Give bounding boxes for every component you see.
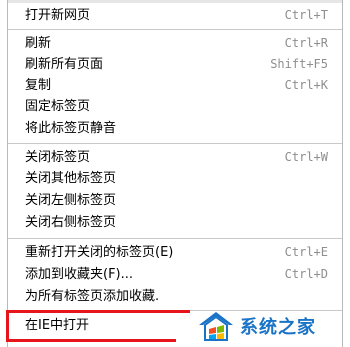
tab-context-menu: 打开新网页 Ctrl+T 刷新 Ctrl+R 刷新所有页面 Shift+F5 复…: [7, 0, 343, 347]
house-logo-icon: [199, 312, 233, 341]
red-highlight-box-edge: [176, 310, 190, 313]
menu-item-label: 将此标签页静音: [25, 121, 117, 136]
menu-separator: [8, 238, 342, 239]
menu-item-close-left-tabs[interactable]: 关闭左侧标签页: [8, 190, 342, 211]
menu-item-refresh-all[interactable]: 刷新所有页面 Shift+F5: [8, 54, 342, 75]
menu-item-label: 关闭标签页: [25, 150, 91, 165]
menu-item-shortcut: Ctrl+K: [284, 78, 328, 92]
watermark: 系统之家: [196, 306, 348, 346]
menu-separator: [8, 143, 342, 144]
menu-item-shortcut: Ctrl+T: [284, 8, 328, 22]
watermark-text: 系统之家: [240, 317, 316, 338]
menu-item-label: 添加到收藏夹(F)...: [25, 267, 134, 282]
red-highlight-box: [6, 310, 176, 342]
menu-item-label: 关闭右侧标签页: [25, 215, 117, 230]
menu-item-open-new-page[interactable]: 打开新网页 Ctrl+T: [8, 5, 342, 26]
menu-item-label: 打开新网页: [25, 8, 91, 23]
menu-item-add-to-favorites[interactable]: 添加到收藏夹(F)... Ctrl+D: [8, 264, 342, 285]
menu-item-close-other-tabs[interactable]: 关闭其他标签页: [8, 168, 342, 189]
menu-item-label: 复制: [25, 78, 52, 93]
menu-item-close-tab[interactable]: 关闭标签页 Ctrl+W: [8, 147, 342, 168]
menu-item-label: 关闭左侧标签页: [25, 193, 117, 208]
menu-item-reopen-closed-tab[interactable]: 重新打开关闭的标签页(E) Ctrl+E: [8, 242, 342, 263]
menu-item-label: 刷新所有页面: [25, 57, 104, 72]
menu-item-refresh[interactable]: 刷新 Ctrl+R: [8, 33, 342, 54]
menu-separator: [8, 29, 342, 30]
menu-item-duplicate[interactable]: 复制 Ctrl+K: [8, 75, 342, 96]
menu-item-label: 刷新: [25, 36, 52, 51]
menu-item-close-right-tabs[interactable]: 关闭右侧标签页: [8, 212, 342, 233]
menu-item-bookmark-all-tabs[interactable]: 为所有标签页添加收藏.: [8, 286, 342, 307]
menu-item-shortcut: Ctrl+W: [284, 150, 328, 164]
menu-item-mute-tab[interactable]: 将此标签页静音: [8, 118, 342, 139]
menu-item-label: 关闭其他标签页: [25, 171, 117, 186]
menu-item-shortcut: Shift+F5: [270, 57, 328, 71]
menu-top-edge: [8, 0, 342, 3]
menu-item-label: 固定标签页: [25, 99, 91, 114]
menu-item-pin-tab[interactable]: 固定标签页: [8, 96, 342, 117]
menu-item-label: 为所有标签页添加收藏.: [25, 289, 160, 304]
menu-item-shortcut: Ctrl+D: [284, 267, 328, 281]
menu-item-shortcut: Ctrl+E: [284, 245, 328, 259]
menu-item-shortcut: Ctrl+R: [284, 36, 328, 50]
menu-item-label: 重新打开关闭的标签页(E): [25, 245, 174, 260]
